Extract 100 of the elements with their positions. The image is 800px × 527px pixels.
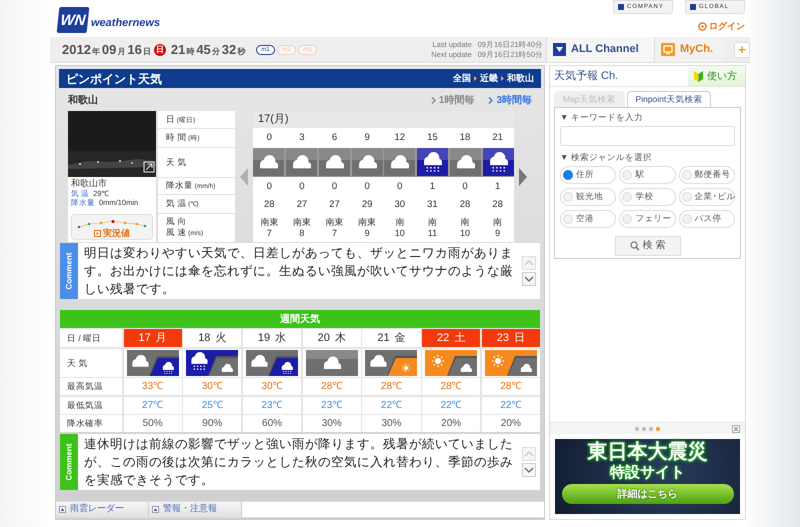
day-header: 18 火 <box>183 329 242 347</box>
help-link[interactable]: 使い方 <box>688 66 745 86</box>
low-temperature: 22℃ <box>422 396 480 414</box>
high-temperature: 28℃ <box>362 378 421 395</box>
search-tab[interactable]: Pinpoint天気検索 <box>626 91 712 107</box>
time-cell-text: 0 <box>266 131 273 146</box>
dropdown-icon <box>553 43 566 56</box>
low-temperature: 22℃ <box>362 396 421 414</box>
radio-button[interactable] <box>622 170 632 180</box>
logo-name[interactable]: weathernews <box>91 14 160 32</box>
banner[interactable]: 東日本大震災 特設サイト 詳細はこちら <box>555 439 740 514</box>
temperature-cell-text: 27 <box>296 198 308 212</box>
precipitation-chance: 30% <box>302 415 361 432</box>
wind-speed: 9 <box>364 228 370 240</box>
breadcrumb-link[interactable]: 近畿 <box>480 72 498 86</box>
wind-direction: 南 <box>428 217 437 228</box>
genre-option[interactable]: 駅 <box>619 166 676 184</box>
next-arrow-icon[interactable] <box>519 168 527 186</box>
low-temperature: 27℃ <box>124 396 182 414</box>
time-cell-text: 3 <box>298 131 306 146</box>
comment-label: Comment <box>63 252 74 290</box>
temperature-cell-text: 27 <box>328 198 341 212</box>
keyword-label: ▼ キーワードを入力 <box>560 111 644 124</box>
temperature-cell-text: 31 <box>426 198 439 212</box>
high-temperature: 28℃ <box>482 378 540 395</box>
day-header: 17 月 <box>124 329 182 347</box>
wind-direction: 南 <box>493 217 502 228</box>
genre-option[interactable]: バス停 <box>678 210 735 228</box>
location-name: 和歌山 <box>68 94 98 108</box>
date-unit: 時 <box>186 46 194 58</box>
precipitation-cell-text: 1 <box>428 180 436 194</box>
wind-direction: 南東 <box>326 217 344 228</box>
wind-speed: 10 <box>460 228 470 240</box>
row-label: 最低気温 <box>60 396 122 414</box>
comment-text: 明日は変わりやすい天気で、日差しがあっても、ザッとニワカ雨があります。お出かけには傘を忘れずに。生ぬるい強風が吹いてサウナのような厳しい残暑です。 <box>83 245 514 298</box>
chevron-icon <box>501 76 504 81</box>
radio-button[interactable] <box>563 214 573 224</box>
channel-tab[interactable]: ALL Channel <box>546 37 654 62</box>
precipitation-chance: 30% <box>362 415 421 432</box>
dots-line-icon <box>77 220 147 228</box>
precipitation-cell-text: 0 <box>298 180 306 194</box>
low-temperature: 23℃ <box>242 396 302 414</box>
wind-direction: 南東 <box>358 217 376 228</box>
wind-speed: 11 <box>428 228 438 240</box>
time-cell-text: 15 <box>426 131 439 146</box>
date-number: 21 <box>170 40 186 59</box>
genre-option[interactable]: 空港 <box>560 210 616 228</box>
triangle-icon <box>59 506 66 512</box>
banner-title: 東日本大震災 <box>588 441 708 464</box>
radio-button[interactable] <box>563 192 573 202</box>
day-header: 19 水 <box>242 329 302 347</box>
genre-option[interactable]: 観光地 <box>560 188 616 206</box>
low-temperature: 23℃ <box>302 396 361 414</box>
radio-button[interactable] <box>682 170 692 180</box>
genre-option[interactable]: 住所 <box>560 166 616 184</box>
scroll-down-icon[interactable] <box>522 272 536 286</box>
breadcrumb-link[interactable]: 全国 <box>453 72 471 86</box>
day-header: 23 日 <box>482 329 540 347</box>
row-label: 最高気温 <box>60 378 122 395</box>
camera-place: 和歌山市 <box>71 177 108 189</box>
genre-option[interactable]: 郵便番号 <box>678 166 735 184</box>
precipitation-cell-text: 0 <box>330 180 338 194</box>
precipitation-cell-text: 0 <box>364 180 371 194</box>
section-title: ピンポイント天気 <box>66 70 162 88</box>
low-temperature: 25℃ <box>183 396 242 414</box>
date-number: 09 <box>102 40 116 59</box>
time-cell-text: 18 <box>458 131 472 146</box>
precipitation-chance: 90% <box>183 415 242 432</box>
temperature-cell-text: 28 <box>491 198 504 212</box>
square-icon <box>618 4 624 10</box>
date-number: 16 <box>127 40 142 59</box>
low-temperature: 22℃ <box>482 396 540 414</box>
radio-button[interactable] <box>682 214 692 224</box>
bottom-tab[interactable]: 警報・注意報 <box>149 502 242 516</box>
breadcrumb-link[interactable]: 和歌山 <box>507 72 534 86</box>
time-cell-text: 6 <box>330 131 338 146</box>
previous-arrow-icon[interactable] <box>240 168 248 186</box>
genre-option[interactable]: 学校 <box>619 188 676 206</box>
wind-direction: 南東 <box>260 217 278 228</box>
row-label: 日 / 曜日 <box>60 329 122 347</box>
precipitation-cell-text: 0 <box>396 180 404 194</box>
triangle-icon <box>152 506 159 512</box>
leaf-icon <box>694 70 703 82</box>
radio-button[interactable] <box>682 192 692 202</box>
row-label: 天 気 <box>60 348 122 376</box>
genre-option[interactable]: フェリー <box>619 210 676 228</box>
logo-mark[interactable]: WN <box>56 7 90 33</box>
chevron-icon <box>488 96 494 104</box>
scroll-down-icon[interactable] <box>522 462 536 476</box>
radio-button[interactable] <box>622 214 632 224</box>
radio-button[interactable] <box>563 170 573 180</box>
close-icon[interactable] <box>732 425 740 433</box>
search-button[interactable]: 検 索 <box>614 236 680 256</box>
keyword-field[interactable] <box>560 126 735 146</box>
date-number: 2012 <box>62 40 91 59</box>
radio-button[interactable] <box>622 192 632 202</box>
genre-option[interactable]: 企業･ビル <box>678 188 735 206</box>
bottom-tab[interactable]: 雨雲レーダー <box>56 502 149 516</box>
chevron-icon <box>430 96 437 104</box>
day-header: 22 土 <box>422 329 480 347</box>
